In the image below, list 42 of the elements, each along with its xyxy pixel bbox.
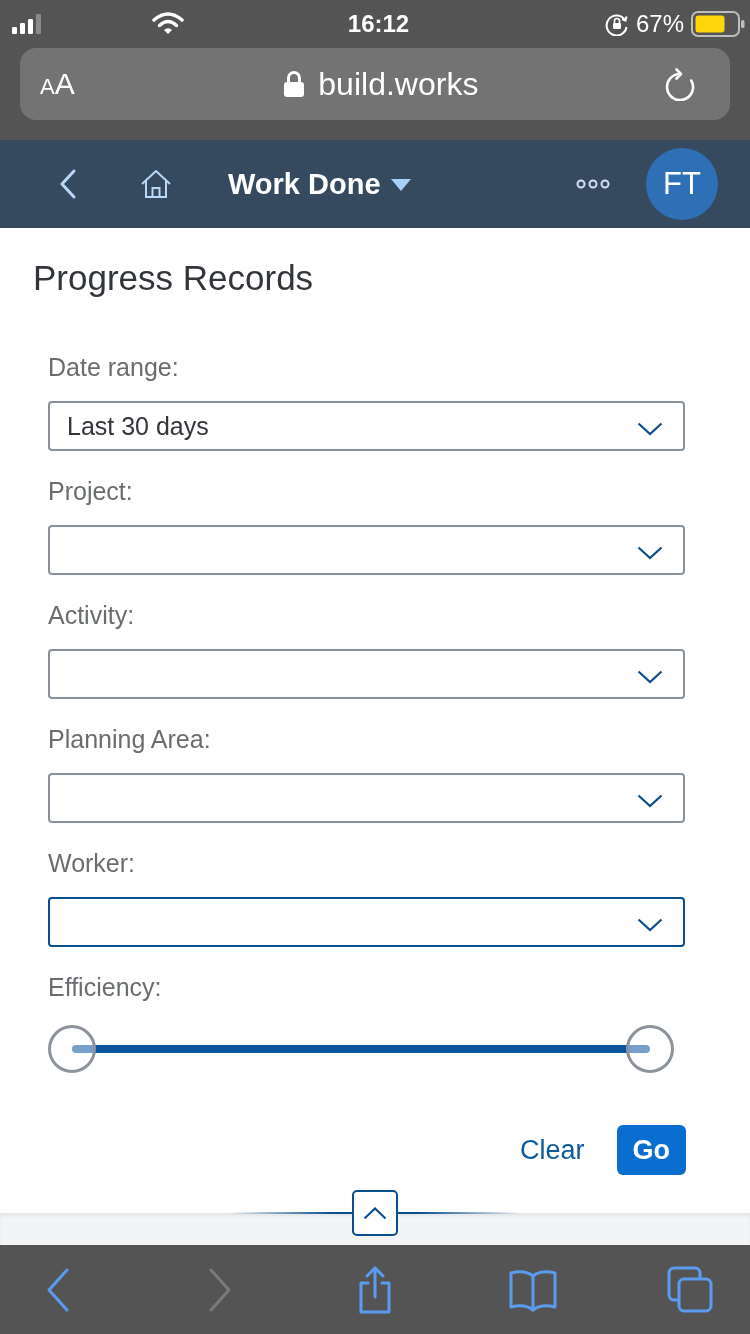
home-icon[interactable] xyxy=(140,169,172,199)
more-icon[interactable] xyxy=(576,179,610,189)
page-title: Progress Records xyxy=(33,257,315,299)
url-text: build.works xyxy=(318,65,479,103)
wifi-icon xyxy=(152,10,184,34)
slider-track[interactable] xyxy=(72,1045,650,1053)
battery-icon xyxy=(691,11,745,37)
slider-thumb[interactable] xyxy=(48,1025,96,1073)
dropdown-field[interactable]: Last 30 days xyxy=(48,401,685,451)
field-label: Planning Area: xyxy=(48,724,212,755)
address-bar[interactable]: AA build.works xyxy=(20,48,730,120)
tabs-icon[interactable] xyxy=(666,1265,714,1314)
chevron-up-icon xyxy=(363,1206,387,1220)
clock-time: 16:12 xyxy=(347,10,410,38)
dropdown-field[interactable] xyxy=(48,649,685,699)
dropdown-field[interactable] xyxy=(48,897,685,947)
back-icon[interactable] xyxy=(58,169,78,199)
dropdown-field[interactable] xyxy=(48,773,685,823)
rotation-lock-icon xyxy=(604,12,629,36)
caret-icon xyxy=(390,179,411,191)
field-label: Worker: xyxy=(48,848,137,879)
lock-icon xyxy=(284,71,305,97)
dropdown-field[interactable] xyxy=(48,525,685,575)
go-button[interactable]: Go xyxy=(616,1125,686,1175)
field-label: Project: xyxy=(48,476,134,507)
battery-percent: 67% xyxy=(635,10,684,38)
field-label: Activity: xyxy=(48,600,136,631)
reload-icon[interactable] xyxy=(664,67,696,101)
collapse-button[interactable] xyxy=(352,1190,398,1236)
chevron-down-icon xyxy=(637,918,663,932)
text-size-button[interactable]: AA xyxy=(40,67,75,101)
chevron-down-icon xyxy=(637,422,663,436)
field-label: Date range: xyxy=(48,352,180,383)
chevron-down-icon xyxy=(637,670,663,684)
avatar[interactable]: FT xyxy=(646,148,718,220)
chevron-down-icon xyxy=(637,546,663,560)
field-label: Efficiency: xyxy=(48,972,163,1003)
chevron-down-icon xyxy=(637,794,663,808)
slider-thumb[interactable] xyxy=(626,1025,674,1073)
signal-icon xyxy=(12,14,42,34)
page-menu-button[interactable]: Work Done xyxy=(228,167,411,201)
clear-button[interactable]: Clear xyxy=(507,1125,597,1175)
